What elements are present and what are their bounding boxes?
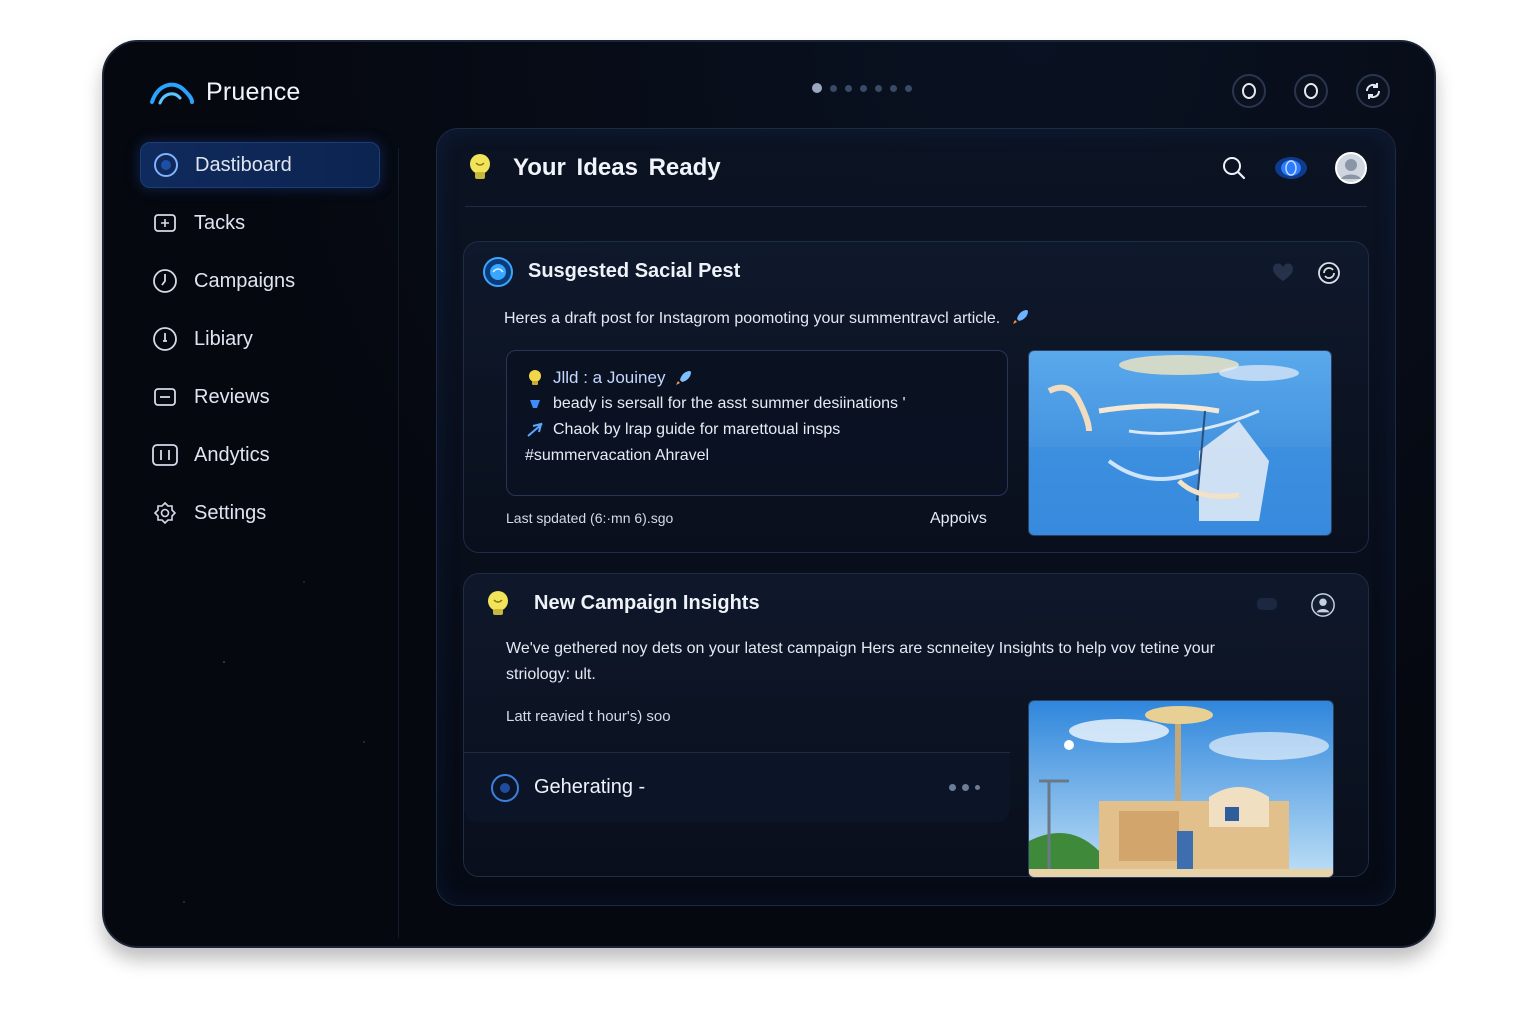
draft-post[interactable]: Jlld : a Jouiney beady is sersall for th… xyxy=(506,350,1008,496)
draft-line-text: Chaok by lrap guide for marettoual insps xyxy=(553,421,841,438)
campaigns-icon xyxy=(152,268,178,294)
insights-card[interactable]: New Campaign Insights We've gethered noy… xyxy=(463,573,1369,878)
sidebar-item-analytics[interactable]: Andytics xyxy=(140,432,380,478)
page-dot[interactable] xyxy=(875,84,882,92)
page-dot[interactable] xyxy=(860,84,867,92)
reviews-icon xyxy=(152,384,178,410)
sidebar-item-label: Reviews xyxy=(194,385,270,408)
generating-status: Geherating - xyxy=(464,752,1010,822)
window-controls xyxy=(1232,74,1390,108)
chat-icon[interactable] xyxy=(1254,592,1280,618)
page-dot[interactable] xyxy=(845,84,852,92)
page-dot[interactable] xyxy=(830,84,837,92)
analytics-icon xyxy=(152,442,178,468)
draft-title-row: Jlld : a Jouiney xyxy=(525,365,991,391)
rocket-icon xyxy=(673,368,693,388)
summer-travel-image xyxy=(1028,350,1332,536)
sidebar-item-dashboard[interactable]: Dastiboard xyxy=(140,142,380,188)
lightbulb-icon xyxy=(470,153,490,179)
suggestion-card[interactable]: Susgested Sacial Pest Heres a draft post… xyxy=(463,241,1369,553)
search-icon[interactable] xyxy=(1221,155,1247,181)
page-title: Your Ideas Ready xyxy=(513,153,721,181)
approve-button[interactable]: Appoivs xyxy=(930,510,987,528)
globe-icon[interactable] xyxy=(1273,154,1309,182)
circle-button[interactable] xyxy=(1232,74,1266,108)
page-dot[interactable] xyxy=(812,83,822,93)
spinner-icon xyxy=(491,773,519,802)
draft-line-text: beady is sersall for the asst summer des… xyxy=(553,395,906,412)
app-window: Pruence Dastiboard Tacks Campaigns Libia… xyxy=(102,40,1436,948)
card-title: Susgested Sacial Pest xyxy=(528,260,741,282)
sync-icon xyxy=(1365,83,1381,99)
loading-dot xyxy=(975,785,980,790)
ring-icon xyxy=(1304,83,1318,99)
card-description: Heres a draft post for Instagrom poomoti… xyxy=(504,306,1029,332)
sidebar-item-campaigns[interactable]: Campaigns xyxy=(140,258,380,304)
sidebar-item-label: Campaigns xyxy=(194,269,296,292)
brand-name: Pruence xyxy=(206,77,301,106)
draft-line: #summervacation Ahravel xyxy=(525,443,991,469)
draft-line: Chaok by lrap guide for marettoual insps xyxy=(525,417,991,443)
sidebar-item-tasks[interactable]: Tacks xyxy=(140,200,380,246)
beach-house-image xyxy=(1028,700,1334,878)
draft-line: beady is sersall for the asst summer des… xyxy=(525,391,991,417)
sidebar-item-label: Tacks xyxy=(194,211,246,234)
brain-icon xyxy=(483,257,513,287)
sidebar-item-label: Andytics xyxy=(194,443,270,466)
rocket-icon xyxy=(1011,308,1029,326)
loading-dots xyxy=(949,784,980,791)
description-text: Heres a draft post for Instagrom poomoti… xyxy=(504,310,1001,327)
lightbulb-icon xyxy=(525,368,545,388)
sidebar-item-library[interactable]: Libiary xyxy=(140,316,380,362)
generating-label: Geherating - xyxy=(534,776,646,798)
lightbulb-icon xyxy=(488,591,508,615)
ideas-panel: Your Ideas Ready Susgested Sacial Pest H… xyxy=(436,128,1396,906)
logo[interactable]: Pruence xyxy=(150,76,301,108)
loading-dot xyxy=(962,784,969,791)
wave-logo-icon xyxy=(150,82,194,105)
sidebar: Dastiboard Tacks Campaigns Libiary Revie… xyxy=(140,142,380,548)
library-icon xyxy=(152,326,178,352)
sidebar-item-settings[interactable]: Settings xyxy=(140,490,380,536)
hashtags: #summervacation Ahravel xyxy=(525,447,710,464)
plane-icon xyxy=(525,420,545,440)
card-title: New Campaign Insights xyxy=(534,592,760,614)
panel-actions xyxy=(1221,151,1367,184)
sidebar-item-label: Libiary xyxy=(194,327,253,350)
page-dot[interactable] xyxy=(890,84,897,92)
refresh-icon[interactable] xyxy=(1316,260,1342,286)
sidebar-item-reviews[interactable]: Reviews xyxy=(140,374,380,420)
ring-icon xyxy=(1242,83,1256,99)
tasks-icon xyxy=(152,210,178,236)
heart-icon[interactable] xyxy=(1270,260,1296,286)
sidebar-item-label: Settings xyxy=(194,501,267,524)
panel-header: Your Ideas Ready xyxy=(465,129,1367,207)
sync-button[interactable] xyxy=(1356,74,1390,108)
profile-icon[interactable] xyxy=(1310,592,1336,618)
page-dot[interactable] xyxy=(905,84,912,92)
card-description: We've gethered noy dets on your latest c… xyxy=(506,640,1215,683)
page-indicator[interactable] xyxy=(812,83,912,93)
settings-icon xyxy=(152,500,178,526)
last-reviewed: Latt reavied t hour's) soo xyxy=(506,708,671,725)
loading-dot xyxy=(949,784,956,791)
sidebar-item-label: Dastiboard xyxy=(195,153,292,176)
draft-title: Jlld : a Jouiney xyxy=(553,368,666,387)
avatar[interactable] xyxy=(1335,151,1367,184)
dashboard-icon xyxy=(153,152,179,178)
shell-icon xyxy=(525,394,545,414)
circle-button[interactable] xyxy=(1294,74,1328,108)
sidebar-divider xyxy=(398,148,399,938)
last-updated: Last spdated (6:·mn 6).sgo xyxy=(506,510,674,526)
